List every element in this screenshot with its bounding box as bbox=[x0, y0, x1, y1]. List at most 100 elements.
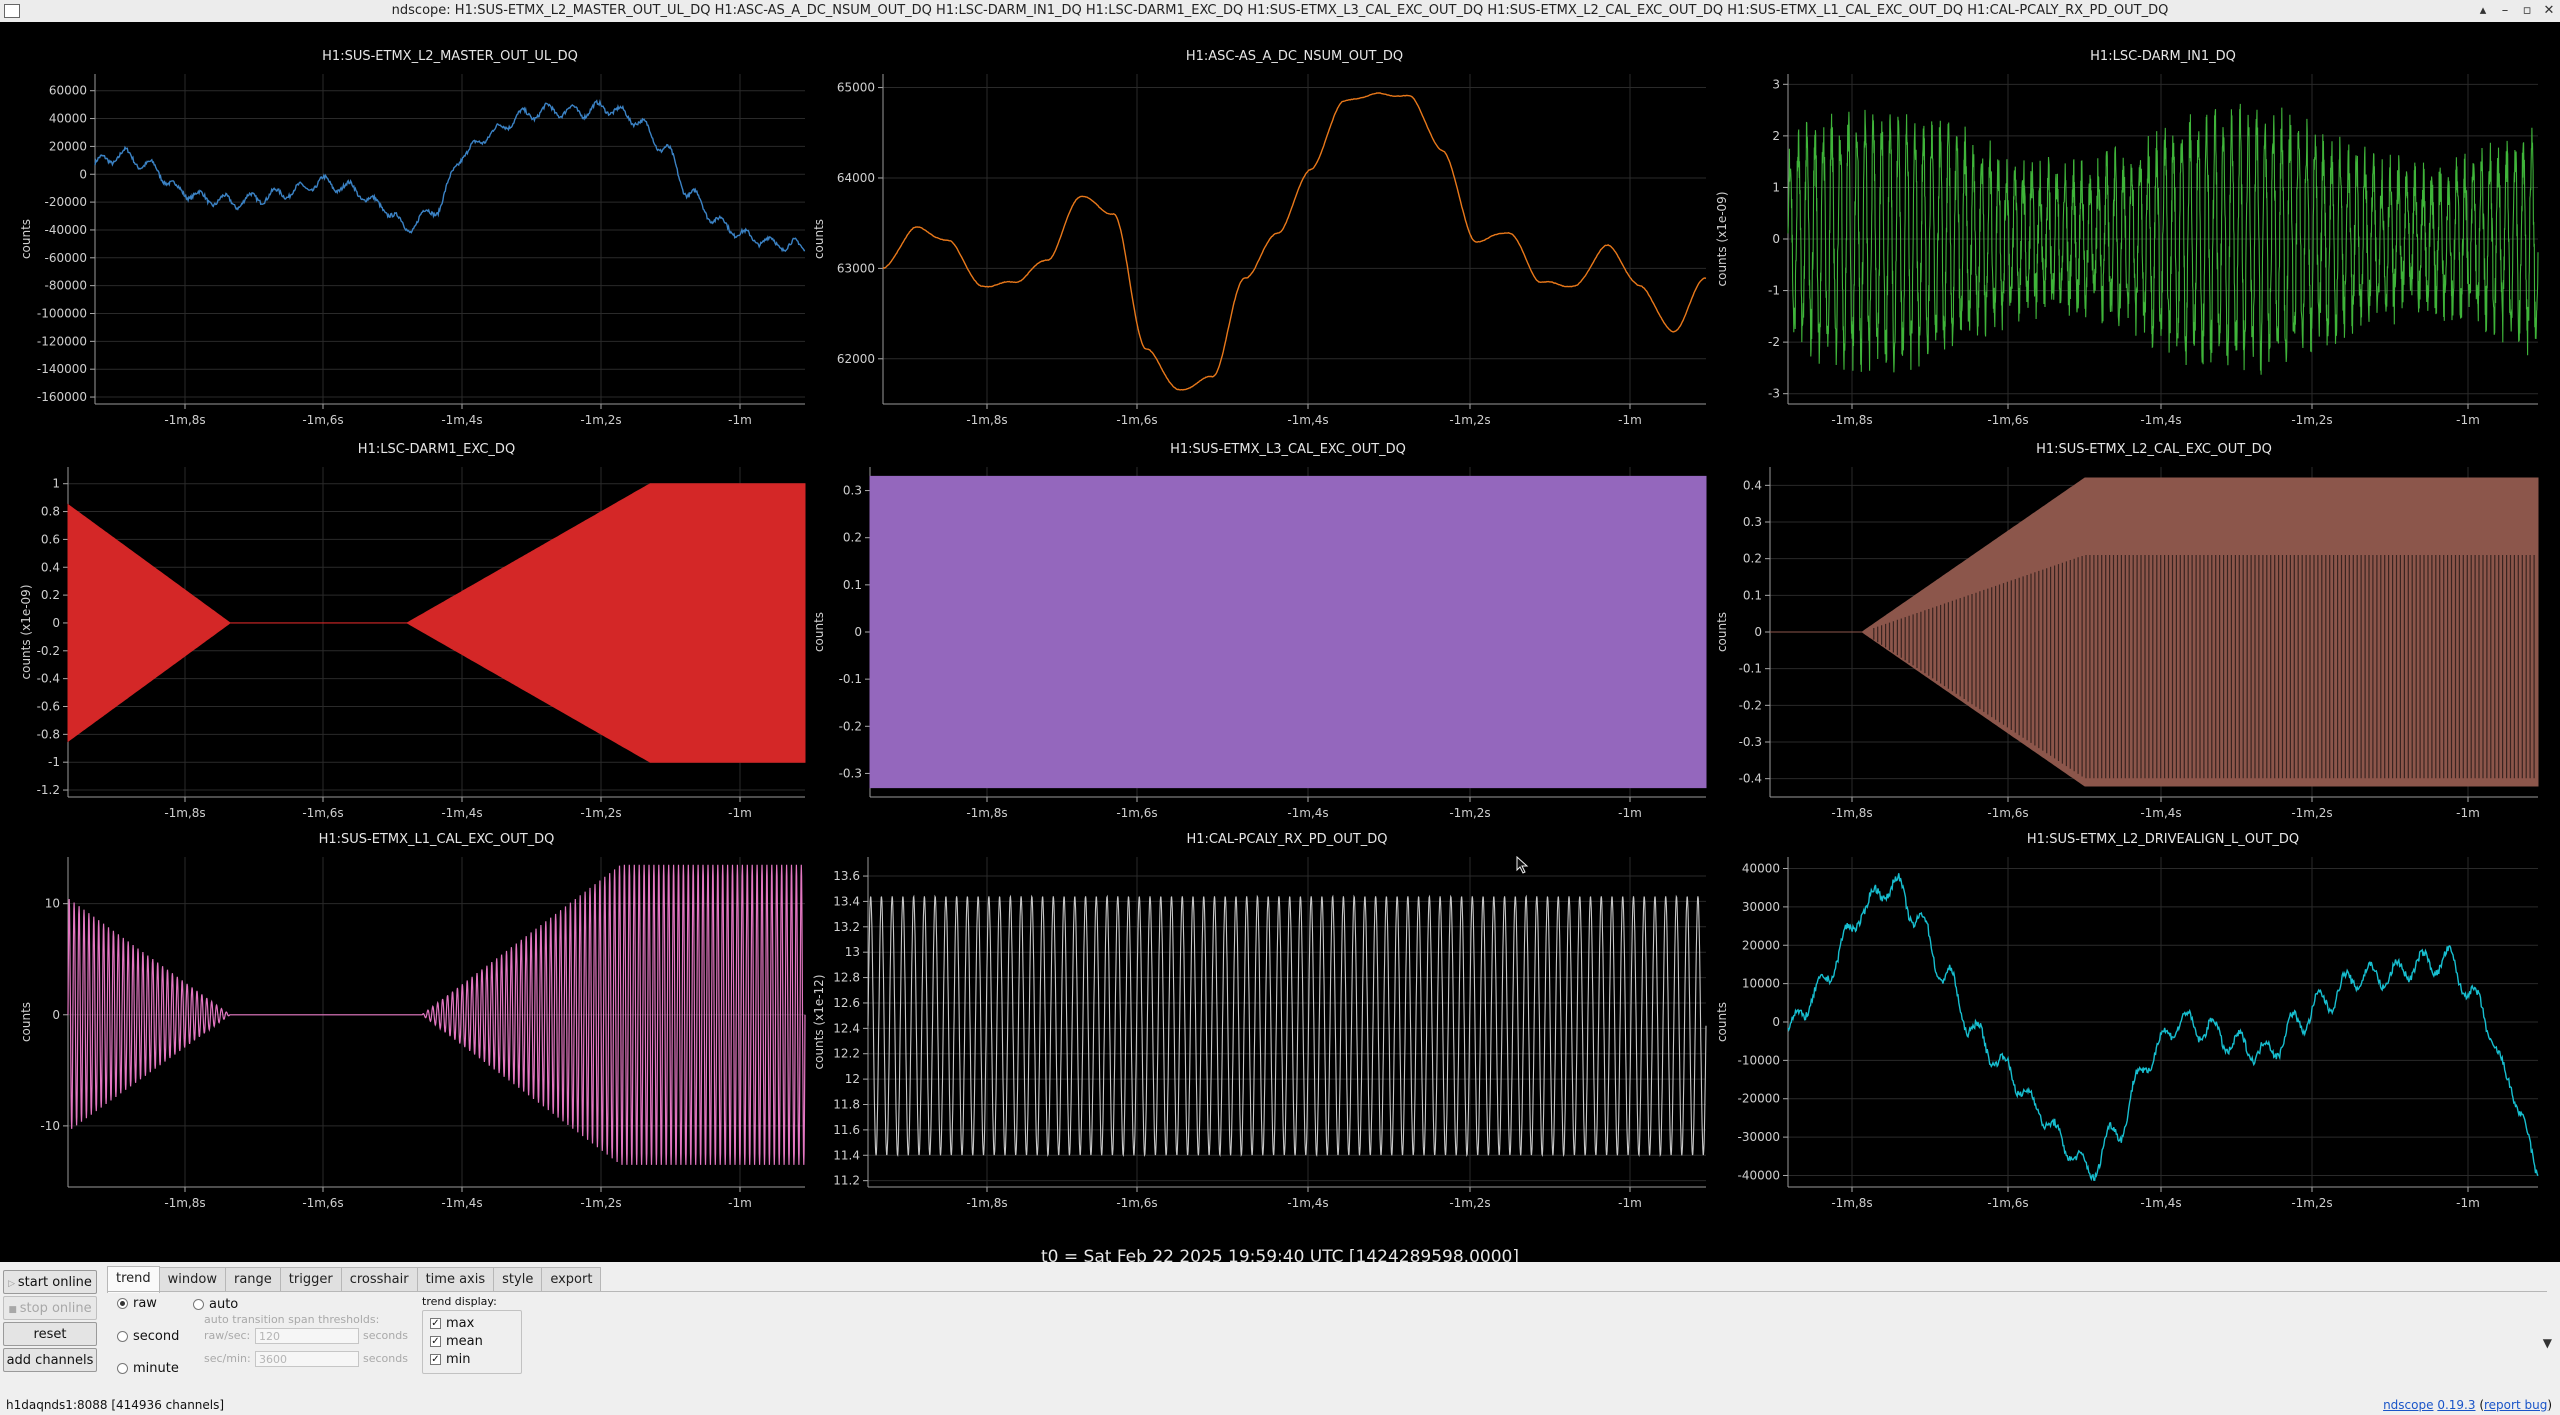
server-status: h1daqnds1:8088 [414936 channels] bbox=[6, 1398, 225, 1412]
tab-crosshair[interactable]: crosshair bbox=[340, 1267, 418, 1292]
minute-radio[interactable]: minute bbox=[117, 1361, 179, 1376]
series-line bbox=[882, 92, 1707, 391]
y-tick-label: 0.2 bbox=[41, 588, 60, 602]
tab-bar: trend window range trigger crosshair time axi… bbox=[107, 1266, 602, 1293]
mouse-cursor-icon bbox=[1516, 856, 1529, 874]
check-icon: ✓ bbox=[430, 1336, 441, 1347]
chart-title: H1:SUS-ETMX_L3_CAL_EXC_OUT_DQ bbox=[1170, 442, 1406, 457]
y-axis-label: counts bbox=[1715, 1002, 1729, 1042]
raw-radio[interactable]: raw bbox=[117, 1296, 157, 1311]
mean-checkbox[interactable]: ✓ mean bbox=[430, 1334, 483, 1349]
y-axis-label: counts bbox=[812, 219, 826, 259]
raw-sec-unit: seconds bbox=[363, 1329, 408, 1342]
x-tick-label: -1m,8s bbox=[164, 806, 205, 820]
x-tick-label: -1m,4s bbox=[441, 806, 482, 820]
tab-export[interactable]: export bbox=[541, 1267, 602, 1292]
y-tick-label: -40000 bbox=[44, 223, 87, 237]
y-tick-label: 0 bbox=[1754, 625, 1762, 639]
y-tick-label: -0.3 bbox=[839, 766, 862, 780]
x-tick-label: -1m bbox=[1618, 806, 1642, 820]
y-tick-label: -0.6 bbox=[37, 699, 60, 713]
y-tick-label: 65000 bbox=[837, 81, 875, 95]
y-tick-label: 20000 bbox=[49, 139, 87, 153]
tab-range[interactable]: range bbox=[224, 1267, 281, 1292]
minimize-icon[interactable]: ▴ bbox=[2472, 0, 2494, 22]
chart-title: H1:SUS-ETMX_L1_CAL_EXC_OUT_DQ bbox=[319, 832, 555, 847]
y-tick-label: 12.4 bbox=[833, 1021, 860, 1035]
x-tick-label: -1m,6s bbox=[302, 1196, 343, 1210]
trend-display-label: trend display: bbox=[422, 1295, 497, 1308]
expand-arrow-icon[interactable]: ▼ bbox=[2543, 1336, 2552, 1350]
x-tick-label: -1m,2s bbox=[2291, 806, 2332, 820]
x-tick-label: -1m,6s bbox=[302, 806, 343, 820]
x-tick-label: -1m bbox=[1618, 413, 1642, 427]
radio-dot bbox=[193, 1299, 204, 1310]
reset-button[interactable]: reset bbox=[3, 1322, 97, 1346]
series-line bbox=[1787, 103, 2539, 375]
tab-trend[interactable]: trend bbox=[107, 1266, 160, 1293]
window-titlebar: ndscope: H1:SUS-ETMX_L2_MASTER_OUT_UL_DQ… bbox=[0, 0, 2560, 23]
radio-dot bbox=[117, 1331, 128, 1342]
x-tick-label: -1m bbox=[2456, 1196, 2480, 1210]
plot-area[interactable]: H1:SUS-ETMX_L2_MASTER_OUT_UL_DQ -1m,8s -1m… bbox=[0, 22, 2560, 1267]
x-tick-label: -1m,6s bbox=[1116, 806, 1157, 820]
x-tick-label: -1m,8s bbox=[1831, 806, 1872, 820]
y-tick-label: 11.8 bbox=[833, 1098, 860, 1112]
app-name-link[interactable]: ndscope bbox=[2383, 1398, 2433, 1412]
y-tick-label: 0 bbox=[1772, 232, 1780, 246]
max-checkbox[interactable]: ✓ max bbox=[430, 1316, 474, 1331]
y-tick-label: 13.4 bbox=[833, 894, 860, 908]
x-tick-label: -1m,2s bbox=[1449, 413, 1490, 427]
auto-radio[interactable]: auto bbox=[193, 1297, 238, 1312]
y-tick-label: 11.6 bbox=[833, 1123, 860, 1137]
y-tick-label: -60000 bbox=[44, 251, 87, 265]
chart-9: H1:SUS-ETMX_L2_DRIVEALIGN_L_OUT_DQ -1m,8s… bbox=[1715, 832, 2539, 1210]
min-checkbox[interactable]: ✓ min bbox=[430, 1352, 471, 1367]
y-tick-label: -3 bbox=[1768, 387, 1780, 401]
tab-style[interactable]: style bbox=[493, 1267, 543, 1292]
tab-window[interactable]: window bbox=[158, 1267, 226, 1292]
y-axis-label: counts bbox=[1715, 612, 1729, 652]
tab-trigger[interactable]: trigger bbox=[279, 1267, 342, 1292]
x-tick-label: -1m,6s bbox=[1987, 1196, 2028, 1210]
x-tick-label: -1m,4s bbox=[441, 413, 482, 427]
y-tick-label: -120000 bbox=[37, 334, 87, 348]
y-tick-label: 0 bbox=[1772, 1015, 1780, 1029]
y-axis-label: counts bbox=[19, 219, 33, 259]
chart-3: H1:LSC-DARM_IN1_DQ -1m,8s -1m,6s -1m,4s -1m,… bbox=[1715, 49, 2539, 427]
x-tick-label: -1m,8s bbox=[164, 1196, 205, 1210]
y-tick-label: 0 bbox=[854, 625, 862, 639]
raw-sec-label: raw/sec: bbox=[204, 1329, 251, 1342]
x-tick-label: -1m,8s bbox=[966, 1196, 1007, 1210]
y-tick-label: -140000 bbox=[37, 362, 87, 376]
y-tick-label: 10000 bbox=[1742, 977, 1780, 991]
chart-title: H1:ASC-AS_A_DC_NSUM_OUT_DQ bbox=[1186, 49, 1403, 64]
restore-icon[interactable]: – bbox=[2494, 0, 2516, 22]
second-radio[interactable]: second bbox=[117, 1329, 179, 1344]
add-channels-button[interactable]: add channels bbox=[3, 1348, 97, 1372]
y-tick-label: 0.6 bbox=[41, 532, 60, 546]
plot-grid[interactable]: H1:SUS-ETMX_L2_MASTER_OUT_UL_DQ -1m,8s -1m… bbox=[0, 22, 2560, 1222]
chart-title: H1:SUS-ETMX_L2_CAL_EXC_OUT_DQ bbox=[2036, 442, 2272, 457]
stop-online-button[interactable]: ■ stop online bbox=[3, 1296, 97, 1320]
version-link[interactable]: 0.19.3 bbox=[2437, 1398, 2475, 1412]
y-tick-label: 0.3 bbox=[843, 484, 862, 498]
maximize-icon[interactable]: ▫ bbox=[2516, 0, 2538, 22]
x-tick-label: -1m,6s bbox=[1116, 413, 1157, 427]
start-online-button[interactable]: ▷ start online bbox=[3, 1270, 97, 1294]
x-tick-label: -1m,8s bbox=[966, 806, 1007, 820]
x-tick-label: -1m,6s bbox=[1116, 1196, 1157, 1210]
report-bug-link[interactable]: report bug bbox=[2484, 1398, 2547, 1412]
x-tick-label: -1m bbox=[728, 806, 752, 820]
close-icon[interactable]: ✕ bbox=[2538, 0, 2560, 22]
series-line bbox=[94, 98, 806, 253]
chart-title: H1:SUS-ETMX_L2_MASTER_OUT_UL_DQ bbox=[322, 49, 578, 64]
y-tick-label: 20000 bbox=[1742, 938, 1780, 952]
sec-min-input[interactable]: 3600 bbox=[255, 1351, 359, 1367]
chart-5: H1:SUS-ETMX_L3_CAL_EXC_OUT_DQ -1m,8s -1m,6… bbox=[812, 442, 1707, 820]
chart-2: H1:ASC-AS_A_DC_NSUM_OUT_DQ -1m,8s -1m,6s -1… bbox=[812, 49, 1707, 427]
chart-4: H1:LSC-DARM1_EXC_DQ -1m,8s -1m,6s -1m,4s -1m… bbox=[19, 442, 806, 820]
tab-time-axis[interactable]: time axis bbox=[416, 1267, 495, 1292]
raw-sec-input[interactable]: 120 bbox=[255, 1328, 359, 1344]
trend-panel: raw second minute auto auto transition s… bbox=[107, 1291, 2547, 1394]
